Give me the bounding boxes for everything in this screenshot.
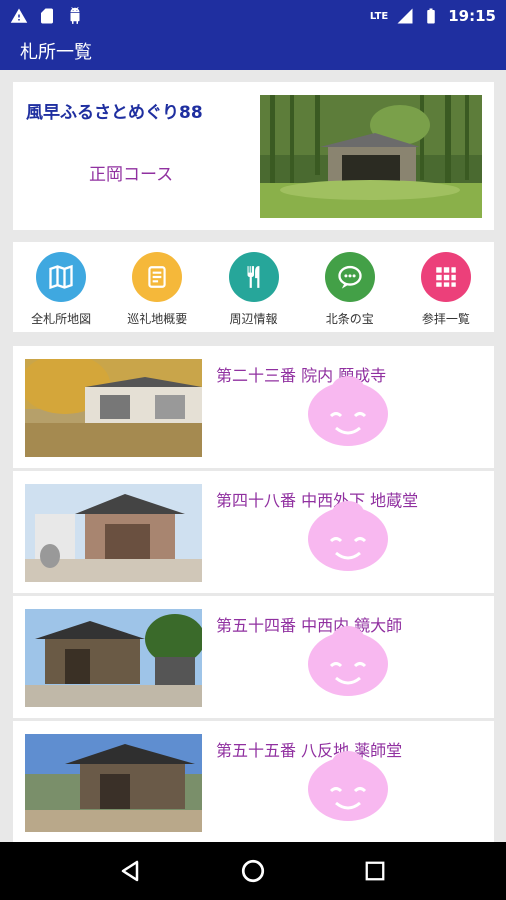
- menu-label: 参拝一覧: [421, 312, 470, 326]
- battery-icon: [427, 8, 435, 24]
- hero-card[interactable]: 風早ふるさとめぐり88 正岡コース: [13, 82, 494, 230]
- menu-label: 周辺情報: [229, 312, 278, 326]
- menu-item-treasure[interactable]: 北条の宝: [302, 242, 398, 332]
- map-icon: [49, 264, 73, 290]
- list-item[interactable]: 第五十五番 八反地 薬師堂: [13, 721, 494, 843]
- menu-bar: 全札所地図 巡礼地概要 周辺情報 北条の宝 参拝一覧: [13, 242, 494, 332]
- app-bar: 札所一覧: [0, 32, 506, 70]
- menu-icon-bg: [228, 252, 279, 302]
- hero-title: 風早ふるさとめぐり88: [26, 103, 203, 123]
- buddha-icon: [308, 376, 388, 446]
- android-icon: [70, 7, 80, 24]
- course-label: 正岡コース: [89, 165, 174, 185]
- list-item[interactable]: 第五十四番 中西内 鏡大師: [13, 596, 494, 718]
- list-item[interactable]: 第四十八番 中西外下 地蔵堂: [13, 471, 494, 593]
- menu-item-map[interactable]: 全札所地図: [13, 242, 109, 332]
- temple-list: 第二十三番 院内 願成寺 第四十八番 中西外下 地蔵堂 第五十四番 中西内 鏡大…: [13, 346, 494, 846]
- menu-icon-bg: [132, 252, 183, 302]
- back-button[interactable]: [116, 856, 146, 886]
- list-item[interactable]: 第二十三番 院内 願成寺: [13, 346, 494, 468]
- sd-card-icon: [41, 8, 53, 24]
- menu-item-overview[interactable]: 巡礼地概要: [109, 242, 205, 332]
- buddha-icon: [308, 751, 388, 821]
- grid-icon: [436, 267, 456, 287]
- clock: 19:15: [448, 7, 496, 25]
- menu-icon-bg: [420, 252, 471, 302]
- menu-label: 全札所地図: [31, 312, 92, 326]
- temple-photo: [25, 609, 202, 707]
- status-bar: LTE 19:15: [0, 0, 506, 32]
- menu-label: 北条の宝: [325, 312, 374, 326]
- restaurant-icon: [247, 266, 259, 288]
- menu-label: 巡礼地概要: [127, 312, 188, 326]
- home-button[interactable]: [238, 856, 268, 886]
- chat-icon: [338, 265, 362, 289]
- menu-item-worship-list[interactable]: 参拝一覧: [398, 242, 494, 332]
- signal-icon: [397, 8, 413, 24]
- back-triangle-icon: [121, 860, 139, 882]
- recents-square-icon: [365, 861, 385, 881]
- network-type: LTE: [369, 10, 389, 22]
- temple-photo: [25, 359, 202, 457]
- page-title: 札所一覧: [20, 42, 92, 63]
- menu-icon-bg: [324, 252, 375, 302]
- hero-image: [260, 95, 482, 218]
- home-circle-icon: [241, 859, 265, 883]
- warning-icon: [10, 8, 28, 23]
- temple-photo: [25, 484, 202, 582]
- menu-item-nearby[interactable]: 周辺情報: [205, 242, 301, 332]
- temple-photo: [25, 734, 202, 832]
- recents-button[interactable]: [360, 856, 390, 886]
- menu-icon-bg: [36, 252, 87, 302]
- document-icon: [148, 266, 166, 288]
- buddha-icon: [308, 501, 388, 571]
- system-nav-bar: [0, 842, 506, 900]
- buddha-icon: [308, 626, 388, 696]
